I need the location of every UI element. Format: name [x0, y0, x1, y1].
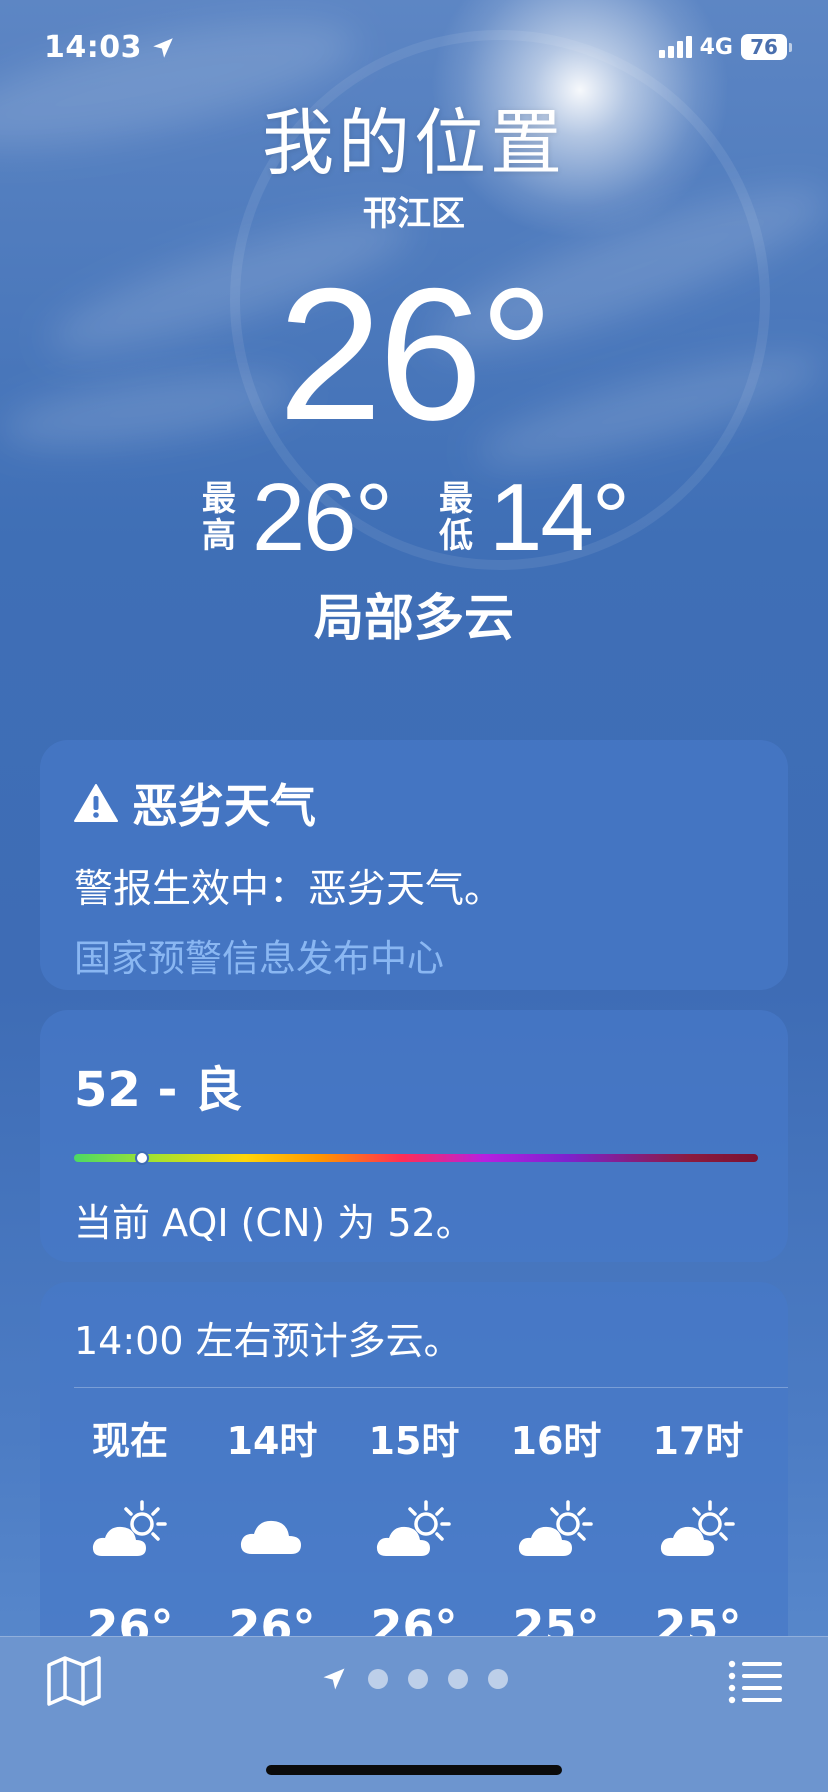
alert-source-link[interactable]: 国家预警信息发布中心	[74, 928, 754, 982]
location-title: 我的位置	[261, 101, 566, 185]
page-dot[interactable]	[408, 1669, 428, 1689]
location-arrow-icon	[153, 37, 173, 58]
aqi-indicator-dot	[135, 1151, 150, 1165]
page-dot[interactable]	[488, 1669, 508, 1689]
warning-icon	[74, 784, 118, 822]
partly-cloudy-icon	[92, 1500, 167, 1556]
hour-label: 14时	[226, 1419, 318, 1463]
home-indicator[interactable]	[266, 1765, 562, 1775]
aqi-description: 当前 AQI (CN) 为 52。	[74, 1201, 474, 1245]
partly-cloudy-icon	[518, 1500, 593, 1556]
alert-title-row: 恶劣天气	[74, 770, 754, 836]
hour-column: 17时 25°	[638, 1410, 758, 1654]
aqi-value: 52 - 良	[74, 1062, 243, 1118]
weather-screen: 14:03 4G 76 我的位置 邗江区 26° 最高 26° 最低 14° 局…	[0, 0, 828, 1792]
battery-icon: 76	[741, 34, 792, 60]
severe-weather-card[interactable]: 恶劣天气 警报生效中：恶劣天气。 国家预警信息发布中心	[40, 740, 788, 990]
signal-icon	[658, 36, 692, 58]
hourly-summary: 14:00 左右预计多云。	[74, 1282, 788, 1388]
cloud-icon	[240, 1520, 301, 1554]
low-value: 14°	[489, 464, 630, 571]
network-type: 4G	[699, 34, 733, 60]
weather-condition: 局部多云	[314, 589, 514, 647]
battery-level: 76	[741, 34, 787, 60]
low-label: 最低	[439, 478, 473, 556]
high-label: 最高	[201, 478, 236, 556]
alert-title: 恶劣天气	[132, 779, 316, 833]
aqi-scale-bar	[74, 1151, 758, 1165]
status-bar: 14:03 4G 76	[0, 0, 828, 100]
hour-label: 17时	[652, 1419, 744, 1463]
partly-cloudy-icon	[660, 1500, 735, 1556]
current-temperature: 26°	[277, 249, 554, 459]
hour-column: 现在 26°	[70, 1410, 190, 1654]
page-dot[interactable]	[448, 1669, 468, 1689]
hour-label: 15时	[368, 1419, 460, 1463]
hour-column: 14时 26°	[212, 1410, 332, 1654]
high-low-temps: 最高 26° 最低 14°	[0, 470, 828, 566]
weather-header: 我的位置 邗江区 26° 最高 26° 最低 14° 局部多云	[0, 100, 828, 647]
location-arrow-icon[interactable]	[320, 1665, 348, 1693]
status-indicators: 4G 76	[658, 34, 792, 60]
alert-text: 警报生效中：恶劣天气。	[74, 867, 504, 912]
hour-column: 16时 25°	[496, 1410, 616, 1654]
status-time: 14:03	[44, 30, 176, 65]
hourly-row[interactable]: 现在 26° 14时 26° 15时 26° 16时 25° 17时 25°	[40, 1388, 788, 1654]
location-subtitle: 邗江区	[363, 194, 465, 235]
hour-label: 现在	[91, 1419, 168, 1463]
air-quality-card[interactable]: 52 - 良 当前 AQI (CN) 为 52。	[40, 1010, 788, 1262]
page-indicator[interactable]	[0, 1665, 828, 1693]
bottom-toolbar	[0, 1636, 828, 1792]
high-value: 26°	[251, 464, 393, 571]
list-icon[interactable]	[728, 1659, 784, 1705]
hour-column: 15时 26°	[354, 1410, 474, 1654]
page-dot[interactable]	[368, 1669, 388, 1689]
partly-cloudy-icon	[376, 1500, 451, 1556]
hour-label: 16时	[510, 1419, 602, 1463]
status-time-text: 14:03	[44, 30, 142, 65]
